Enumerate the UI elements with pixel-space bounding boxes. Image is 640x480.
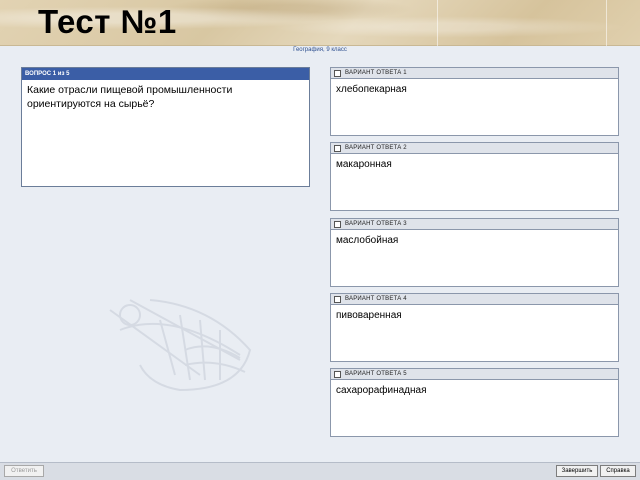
answer-option-header: ВАРИАНТ ОТВЕТА 5	[330, 368, 619, 380]
answer-option-label: ВАРИАНТ ОТВЕТА 4	[345, 296, 407, 302]
header-banner: Тест №1	[0, 0, 640, 46]
answer-option-text[interactable]: хлебопекарная	[330, 79, 619, 136]
answer-option-4[interactable]: ВАРИАНТ ОТВЕТА 4 пивоваренная	[330, 293, 619, 362]
answer-option-header: ВАРИАНТ ОТВЕТА 4	[330, 293, 619, 305]
answer-option-text[interactable]: макаронная	[330, 154, 619, 211]
answer-option-label: ВАРИАНТ ОТВЕТА 3	[345, 221, 407, 227]
answer-checkbox[interactable]	[334, 69, 341, 77]
question-counter: ВОПРОС 1 из 5	[22, 68, 309, 80]
answer-checkbox[interactable]	[334, 144, 341, 152]
header-divider	[437, 0, 438, 46]
answer-option-label: ВАРИАНТ ОТВЕТА 2	[345, 145, 407, 151]
answer-option-text[interactable]: маслобойная	[330, 230, 619, 287]
bottom-toolbar	[0, 462, 640, 480]
submit-answer-button[interactable]: Ответить	[4, 465, 44, 477]
answer-option-2[interactable]: ВАРИАНТ ОТВЕТА 2 макаронная	[330, 142, 619, 211]
answer-checkbox[interactable]	[334, 220, 341, 228]
test-subtitle: География, 9 класс	[293, 47, 347, 53]
answer-checkbox[interactable]	[334, 295, 341, 303]
header-divider	[606, 0, 607, 46]
answer-option-header: ВАРИАНТ ОТВЕТА 1	[330, 67, 619, 79]
answer-checkbox[interactable]	[334, 370, 341, 378]
question-panel: ВОПРОС 1 из 5 Какие отрасли пищевой пром…	[21, 67, 310, 187]
finish-test-button[interactable]: Завершить	[556, 465, 598, 477]
page-title: Тест №1	[38, 3, 177, 40]
answer-option-text[interactable]: пивоваренная	[330, 305, 619, 362]
answer-option-3[interactable]: ВАРИАНТ ОТВЕТА 3 маслобойная	[330, 218, 619, 287]
answer-option-label: ВАРИАНТ ОТВЕТА 1	[345, 70, 407, 76]
help-button[interactable]: Справка	[600, 465, 636, 477]
answer-option-5[interactable]: ВАРИАНТ ОТВЕТА 5 сахарорафинадная	[330, 368, 619, 437]
answer-option-1[interactable]: ВАРИАНТ ОТВЕТА 1 хлебопекарная	[330, 67, 619, 136]
question-text: Какие отрасли пищевой промышленности ори…	[27, 84, 233, 110]
answer-option-text[interactable]: сахарорафинадная	[330, 380, 619, 437]
sextant-watermark-icon	[109, 299, 252, 392]
answer-option-label: ВАРИАНТ ОТВЕТА 5	[345, 371, 407, 377]
answer-option-header: ВАРИАНТ ОТВЕТА 2	[330, 142, 619, 154]
answer-option-header: ВАРИАНТ ОТВЕТА 3	[330, 218, 619, 230]
